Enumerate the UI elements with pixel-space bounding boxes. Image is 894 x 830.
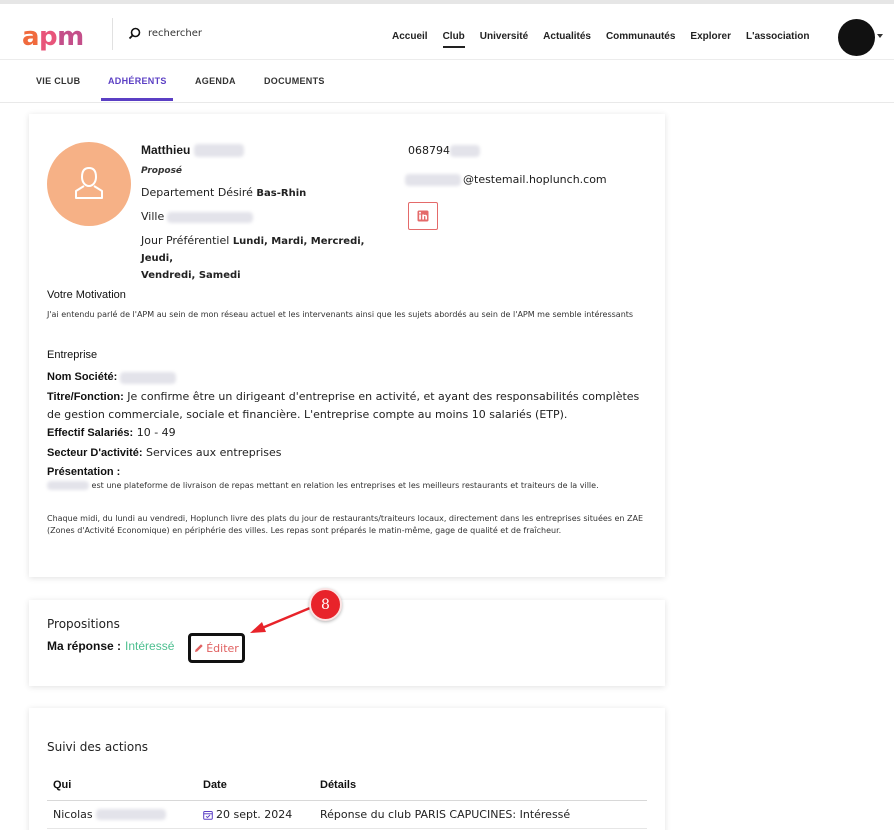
nav-association[interactable]: L'association xyxy=(746,31,810,42)
nav-club[interactable]: Club xyxy=(442,31,466,48)
jour-line: Jour Préférentiel Lundi, Mardi, Mercredi… xyxy=(141,234,365,281)
user-avatar[interactable] xyxy=(838,19,875,56)
row-details: Réponse du club PARIS CAPUCINES: Intéres… xyxy=(320,808,571,821)
phone-number: 068794 xyxy=(408,144,480,157)
search-label: rechercher xyxy=(148,28,203,39)
divider xyxy=(112,18,113,50)
redacted-last-name xyxy=(194,143,245,157)
propositions-title: Propositions xyxy=(47,617,120,631)
main-nav: Accueil Club Université Actualités Commu… xyxy=(392,31,825,48)
linkedin-button[interactable] xyxy=(408,202,438,230)
member-name: Matthieu xyxy=(141,143,245,157)
first-name: Matthieu xyxy=(141,143,191,157)
chevron-down-icon[interactable] xyxy=(877,34,883,38)
active-tab-indicator xyxy=(101,98,173,101)
secteur: Secteur D'activité: Services aux entrepr… xyxy=(47,446,282,459)
row-qui: Nicolas xyxy=(53,808,166,821)
entreprise-title: Entreprise xyxy=(47,349,98,361)
pencil-icon xyxy=(195,644,203,652)
titre-fonction: Titre/Fonction: Je confirme être un diri… xyxy=(47,390,640,421)
step-badge: 8 xyxy=(309,588,342,621)
linkedin-icon xyxy=(417,210,429,222)
tab-vie-club[interactable]: VIE CLUB xyxy=(36,76,80,86)
nav-accueil[interactable]: Accueil xyxy=(392,31,428,42)
redacted-company-name xyxy=(47,481,89,490)
edit-button[interactable]: Éditer xyxy=(188,633,245,663)
apm-logo[interactable]: apm xyxy=(22,24,84,50)
my-answer: Ma réponse : Intéressé xyxy=(47,639,175,653)
member-status: Proposé xyxy=(141,166,183,176)
tab-adherents[interactable]: ADHÉRENTS xyxy=(108,76,167,86)
search-box[interactable]: rechercher xyxy=(128,27,202,40)
nom-societe: Nom Société: xyxy=(47,369,647,386)
nav-explorer[interactable]: Explorer xyxy=(690,31,731,42)
motivation-title: Votre Motivation xyxy=(47,289,126,301)
effectif: Effectif Salariés: 10 - 49 xyxy=(47,426,176,439)
user-icon xyxy=(75,166,103,199)
avatar xyxy=(47,142,131,226)
col-date: Date xyxy=(203,779,227,791)
table-row-divider xyxy=(47,828,647,829)
search-icon xyxy=(128,27,141,40)
answer-value: Intéressé xyxy=(125,639,175,653)
ville-line: Ville xyxy=(141,209,254,225)
nav-communautes[interactable]: Communautés xyxy=(606,31,675,42)
table-header-divider xyxy=(47,800,647,801)
col-details: Détails xyxy=(320,779,357,791)
tab-documents[interactable]: DOCUMENTS xyxy=(264,76,325,86)
presentation-text-2: Chaque midi, du lundi au vendredi, Hoplu… xyxy=(47,514,644,535)
redacted-phone xyxy=(450,144,480,157)
calendar-icon xyxy=(203,810,213,820)
nav-universite[interactable]: Université xyxy=(480,31,528,42)
col-qui: Qui xyxy=(53,779,72,791)
presentation-text: est une plateforme de livraison de repas… xyxy=(47,480,647,492)
row-date: 20 sept. 2024 xyxy=(203,808,292,821)
redacted-city xyxy=(167,211,254,223)
email-address: @testemail.hoplunch.com xyxy=(405,173,607,186)
top-navbar: apm rechercher Accueil Club Université A… xyxy=(0,0,894,60)
suivi-actions-card: Suivi des actions Qui Date Détails Nicol… xyxy=(29,708,665,830)
motivation-text: J'ai entendu parlé de l'APM au sein de m… xyxy=(47,310,634,319)
suivi-title: Suivi des actions xyxy=(47,740,149,754)
redacted-company xyxy=(120,371,177,384)
departement-line: Departement Désiré Bas-Rhin xyxy=(141,186,307,199)
tab-agenda[interactable]: AGENDA xyxy=(195,76,236,86)
propositions-card: Propositions Ma réponse : Intéressé Édit… xyxy=(29,600,665,686)
redacted-email xyxy=(405,173,461,186)
club-subtabs: VIE CLUB ADHÉRENTS AGENDA DOCUMENTS xyxy=(0,61,894,103)
nav-actualites[interactable]: Actualités xyxy=(543,31,591,42)
member-profile-card: Matthieu Proposé Departement Désiré Bas-… xyxy=(29,114,665,577)
presentation-label: Présentation : xyxy=(47,466,121,478)
redacted-surname xyxy=(95,809,166,820)
